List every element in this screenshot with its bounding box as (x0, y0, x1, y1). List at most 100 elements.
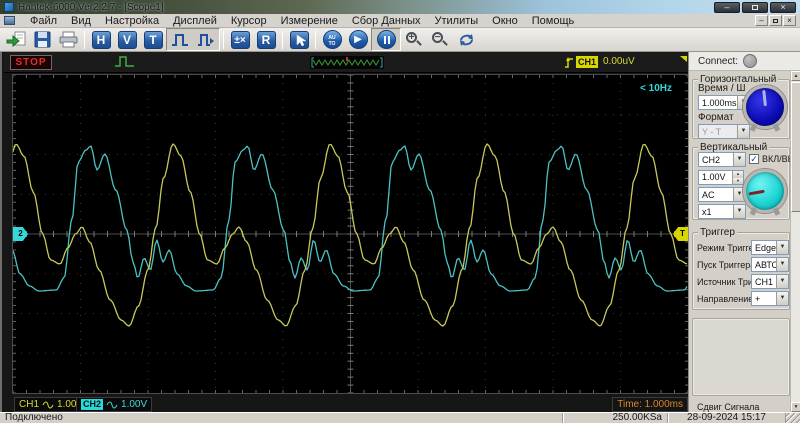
sample-rate: 250.00KSa (563, 413, 668, 423)
resize-grip[interactable] (786, 413, 800, 423)
waveform-display: < 10Hz 2 T (12, 74, 689, 394)
volts-div-stepper[interactable]: 1.00V ▲▼ (698, 170, 744, 185)
format-label: Формат (698, 112, 734, 123)
child-minimize-button[interactable]: – (755, 15, 768, 26)
toolbar-separator (315, 31, 316, 49)
signal-shift-label: Сдвиг Сигнала (697, 402, 759, 412)
trigger-level-readout: 0.00uV (603, 56, 635, 68)
run-button[interactable]: ▶ (346, 29, 370, 50)
connection-status: Подключено (0, 413, 563, 423)
menu-view[interactable]: Вид (64, 15, 98, 27)
save-button[interactable] (30, 29, 54, 50)
open-button[interactable] (4, 29, 28, 50)
run-stop-indicator[interactable]: STOP (10, 55, 52, 70)
menu-utilities[interactable]: Утилиты (427, 15, 485, 27)
time-div-label: Время / Ш (698, 83, 746, 94)
menu-display[interactable]: Дисплей (166, 15, 224, 27)
pulse-icon (171, 32, 189, 48)
signal-shift-group (692, 318, 790, 396)
child-close-button[interactable]: × (783, 15, 796, 26)
maximize-button[interactable] (742, 2, 768, 13)
ch2-readout[interactable]: CH2 1.00V (76, 397, 152, 412)
ac-coupling-icon (106, 401, 118, 409)
trigger-mode-label: Режим Триггера (697, 243, 757, 253)
open-icon (6, 31, 26, 48)
scroll-up-arrow[interactable]: ▲ (791, 71, 800, 81)
vertical-panel-button[interactable]: V (115, 29, 139, 50)
trigger-frequency-readout: < 10Hz (640, 83, 672, 94)
print-button[interactable] (56, 29, 80, 50)
zoom-out-button[interactable]: − (428, 29, 452, 50)
titlebar: Hantek-6000 Ver2.2.7 - [Scope1] – × (0, 0, 800, 14)
channel-select[interactable]: CH2▼ (698, 152, 746, 167)
cursor-arrow-icon (292, 33, 309, 49)
trigger-sweep-select[interactable]: АВТО▼ (751, 257, 789, 272)
trigger-position-marker[interactable] (680, 56, 687, 62)
pause-button[interactable] (374, 29, 398, 50)
minimize-button[interactable]: – (714, 2, 740, 13)
vertical-knob[interactable] (743, 169, 787, 213)
channel-enable-checkbox[interactable]: ✓ ВКЛ/ВЫ (749, 154, 796, 164)
ac-coupling-icon (42, 401, 54, 409)
menu-help[interactable]: Помощь (525, 15, 582, 27)
toolbar-separator (223, 31, 224, 49)
scope-graticule (13, 75, 688, 393)
reference-button[interactable]: R (254, 29, 278, 50)
toolbar-separator (282, 31, 283, 49)
horizontal-knob[interactable] (743, 85, 787, 129)
autoset-button[interactable]: AU TO (320, 29, 344, 50)
play-icon: ▶ (349, 30, 368, 49)
trigger-slope-label: Направление Тр (697, 294, 757, 304)
horizontal-position-preview[interactable] (310, 56, 384, 69)
scope-window: STOP CH1 0.00uV < 10Hz 2 T (0, 52, 688, 412)
coupling-select[interactable]: AC▼ (698, 187, 746, 202)
print-icon (59, 31, 78, 48)
statusbar: Подключено 250.00KSa 28-09-2024 15:17 (0, 412, 800, 423)
connect-row: Connect: (689, 52, 800, 71)
window-title: Hantek-6000 Ver2.2.7 - [Scope1] (18, 2, 164, 13)
connect-label: Connect: (698, 56, 738, 67)
acquisition-mode-icon (114, 55, 136, 69)
zoom-in-button[interactable]: + (402, 29, 426, 50)
trigger-edge-icon (564, 56, 575, 69)
self-calibration-button[interactable] (454, 29, 478, 50)
pause-icon (377, 30, 396, 49)
panel-scrollbar[interactable]: ▲ ▼ (790, 71, 800, 412)
pulse-arrow-icon (197, 32, 215, 48)
trigger-mode-select[interactable]: Edge▼ (751, 240, 789, 255)
close-button[interactable]: × (770, 2, 796, 13)
app-window: Hantek-6000 Ver2.2.7 - [Scope1] – × Файл… (0, 0, 800, 423)
menu-cursor[interactable]: Курсор (224, 15, 274, 27)
refresh-icon (457, 31, 476, 48)
child-restore-button[interactable] (769, 15, 782, 26)
probe-select[interactable]: x1▼ (698, 204, 746, 219)
scroll-down-arrow[interactable]: ▼ (791, 402, 800, 412)
menu-setup[interactable]: Настройка (98, 15, 166, 27)
math-button[interactable]: ±× (228, 29, 252, 50)
connection-led (743, 54, 757, 68)
trigger-source-label: Источник Тригг (697, 277, 757, 287)
toolbar: H V T ±× R (0, 28, 800, 52)
menu-measure[interactable]: Измерение (274, 15, 345, 27)
horizontal-panel-button[interactable]: H (89, 29, 113, 50)
trigger-source-badge: CH1 (576, 56, 598, 68)
scope-window-icon[interactable] (4, 16, 15, 25)
toolbar-separator (84, 31, 85, 49)
trigger-slope-select[interactable]: +▼ (751, 291, 789, 306)
format-select[interactable]: Y - T▼ (698, 124, 750, 139)
scope-status-strip: STOP CH1 0.00uV (4, 52, 690, 73)
datetime: 28-09-2024 15:17 (668, 413, 786, 423)
scroll-thumb[interactable] (791, 82, 800, 212)
single-capture-button[interactable] (168, 29, 192, 50)
timebase-readout: Time: 1.000ms (612, 397, 688, 412)
save-icon (34, 31, 51, 48)
menu-window[interactable]: Окно (485, 15, 525, 27)
cursor-button[interactable] (287, 29, 311, 50)
trigger-panel-button[interactable]: T (141, 29, 165, 50)
continuous-capture-button[interactable] (194, 29, 218, 50)
menu-file[interactable]: Файл (23, 15, 64, 27)
trigger-source-select[interactable]: CH1▼ (751, 274, 789, 289)
menu-acquire[interactable]: Сбор Данных (345, 15, 428, 27)
app-icon (4, 2, 14, 12)
workspace: STOP CH1 0.00uV < 10Hz 2 T (0, 52, 800, 412)
